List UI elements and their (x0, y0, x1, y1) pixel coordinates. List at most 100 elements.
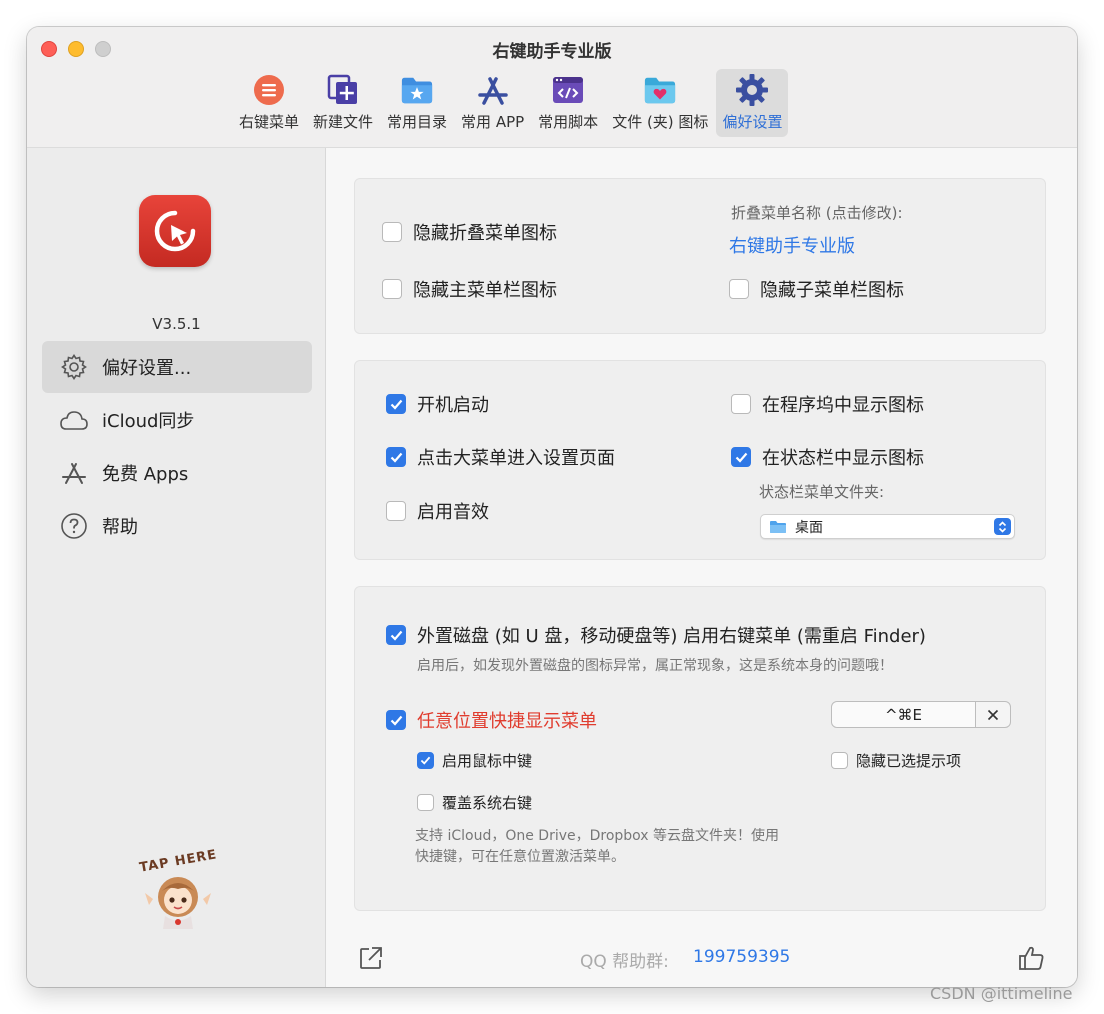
statusbar-folder-label: 状态栏菜单文件夹: (759, 483, 885, 501)
general-settings-panel: 开机启动 点击大菜单进入设置页面 启用音效 在程序坞中显示图标 在状态栏中显示图… (354, 360, 1046, 560)
help-icon (58, 510, 90, 542)
preferences-content: 隐藏折叠菜单图标 隐藏主菜单栏图标 折叠菜单名称 (点击修改): 右键助手专业版… (327, 148, 1077, 987)
hide-main-menu-icon-checkbox[interactable] (382, 279, 402, 299)
qq-group-label: QQ 帮助群: (580, 952, 669, 972)
middle-click-checkbox[interactable] (417, 752, 434, 769)
option-label: 隐藏主菜单栏图标 (413, 280, 557, 301)
tab-file-folder-icons[interactable]: 文件 (夹) 图标 (606, 69, 714, 137)
tab-common-folders[interactable]: 常用目录 (381, 69, 453, 137)
cloud-icon (58, 404, 90, 436)
option-label: 在状态栏中显示图标 (762, 448, 924, 469)
external-disk-note: 启用后，如发现外置磁盘的图标异常，属正常现象，这是系统本身的问题哦！ (417, 658, 893, 674)
statusbar-folder-select[interactable]: 桌面 (760, 514, 1015, 539)
hide-collapse-menu-icon-option[interactable]: 隐藏折叠菜单图标 (382, 219, 557, 245)
qq-group-number[interactable]: 199759395 (693, 947, 790, 967)
app-store-icon (476, 73, 510, 107)
tab-context-menu[interactable]: 右键菜单 (233, 69, 305, 137)
watermark: CSDN @ittimeline (930, 984, 1073, 1003)
app-version: V3.5.1 (152, 315, 201, 333)
hide-selected-hint-checkbox[interactable] (831, 752, 848, 769)
sidebar: V3.5.1 偏好设置... iCloud同步 免费 Apps 帮助 TAP H… (27, 148, 326, 987)
tab-label: 偏好设置 (722, 113, 783, 131)
tab-common-scripts[interactable]: 常用脚本 (532, 69, 604, 137)
sidebar-item-free-apps[interactable]: 免费 Apps (42, 447, 312, 499)
app-logo (139, 195, 211, 267)
sidebar-item-label: 偏好设置... (102, 358, 192, 379)
click-menu-opens-settings-option[interactable]: 点击大菜单进入设置页面 (386, 444, 615, 470)
middle-click-option[interactable]: 启用鼠标中键 (417, 750, 532, 771)
folder-heart-icon (643, 73, 677, 107)
sidebar-item-icloud-sync[interactable]: iCloud同步 (42, 394, 312, 446)
checkmark-icon (390, 452, 402, 463)
option-label: 外置磁盘 (如 U 盘，移动硬盘等) 启用右键菜单 (需重启 Finder) (417, 626, 926, 647)
hide-collapse-menu-icon-checkbox[interactable] (382, 222, 402, 242)
shortcut-value[interactable]: ^⌘E (832, 702, 976, 727)
app-store-icon (58, 457, 90, 489)
collapse-menu-name-label: 折叠菜单名称 (点击修改): (731, 204, 903, 222)
select-value: 桌面 (795, 519, 823, 536)
sidebar-item-help[interactable]: 帮助 (42, 500, 312, 552)
sidebar-item-label: iCloud同步 (102, 411, 195, 432)
chevron-up-down-icon (994, 518, 1011, 535)
checkmark-icon (735, 452, 747, 463)
hide-submenu-icon-option[interactable]: 隐藏子菜单栏图标 (729, 276, 904, 302)
close-icon (987, 709, 999, 720)
tab-label: 文件 (夹) 图标 (612, 113, 709, 131)
option-label: 任意位置快捷显示菜单 (417, 711, 597, 732)
option-label: 开机启动 (417, 395, 489, 416)
show-in-dock-checkbox[interactable] (731, 394, 751, 414)
sidebar-item-label: 免费 Apps (102, 464, 189, 485)
tab-common-apps[interactable]: 常用 APP (455, 69, 530, 137)
external-disk-checkbox[interactable] (386, 625, 406, 645)
advanced-settings-panel: 外置磁盘 (如 U 盘，移动硬盘等) 启用右键菜单 (需重启 Finder) 启… (354, 586, 1046, 911)
thumbs-up-icon[interactable] (1016, 943, 1046, 973)
share-icon[interactable] (356, 943, 386, 973)
sidebar-item-label: 帮助 (102, 517, 138, 538)
hide-submenu-icon-checkbox[interactable] (729, 279, 749, 299)
clear-shortcut-button[interactable] (976, 702, 1010, 727)
hide-selected-hint-option[interactable]: 隐藏已选提示项 (831, 750, 961, 771)
tab-new-file[interactable]: 新建文件 (307, 69, 379, 137)
launch-at-login-checkbox[interactable] (386, 394, 406, 414)
tab-label: 常用 APP (461, 113, 525, 131)
cloud-note-line-1: 支持 iCloud，One Drive，Dropbox 等云盘文件夹！使用 (415, 828, 780, 844)
quick-menu-option[interactable]: 任意位置快捷显示菜单 (386, 707, 597, 733)
override-right-click-checkbox[interactable] (417, 794, 434, 811)
click-menu-opens-settings-checkbox[interactable] (386, 447, 406, 467)
checkmark-icon (390, 399, 402, 410)
enable-sound-checkbox[interactable] (386, 501, 406, 521)
script-icon (551, 73, 585, 107)
tab-label: 新建文件 (313, 113, 374, 131)
override-right-click-option[interactable]: 覆盖系统右键 (417, 792, 532, 813)
folder-icon (770, 520, 786, 533)
launch-at-login-option[interactable]: 开机启动 (386, 391, 489, 417)
option-label: 隐藏已选提示项 (856, 752, 962, 770)
checkmark-icon (390, 715, 402, 726)
external-disk-option[interactable]: 外置磁盘 (如 U 盘，移动硬盘等) 启用右键菜单 (需重启 Finder) (386, 622, 926, 648)
collapse-menu-name-link[interactable]: 右键助手专业版 (729, 232, 855, 258)
tab-label: 常用目录 (387, 113, 448, 131)
enable-sound-option[interactable]: 启用音效 (386, 498, 489, 524)
option-label: 启用鼠标中键 (442, 752, 533, 770)
tap-here-mascot[interactable]: TAP HERE (135, 847, 221, 938)
cloud-note-line-2: 快捷键，可在任意位置激活菜单。 (415, 849, 625, 865)
tab-label: 右键菜单 (239, 113, 300, 131)
tab-label: 常用脚本 (538, 113, 599, 131)
checkmark-icon (420, 756, 431, 765)
gear-icon (735, 73, 769, 107)
option-label: 隐藏子菜单栏图标 (760, 280, 904, 301)
show-in-statusbar-checkbox[interactable] (731, 447, 751, 467)
hide-main-menu-icon-option[interactable]: 隐藏主菜单栏图标 (382, 276, 557, 302)
sidebar-item-preferences[interactable]: 偏好设置... (42, 341, 312, 393)
folder-star-icon (400, 73, 434, 107)
shortcut-recorder[interactable]: ^⌘E (831, 701, 1011, 728)
quick-menu-checkbox[interactable] (386, 710, 406, 730)
option-label: 启用音效 (417, 502, 489, 523)
show-in-dock-option[interactable]: 在程序坞中显示图标 (731, 391, 924, 417)
option-label: 在程序坞中显示图标 (762, 395, 924, 416)
tab-preferences[interactable]: 偏好设置 (716, 69, 789, 137)
window-title: 右键助手专业版 (492, 42, 612, 62)
sidebar-list: 偏好设置... iCloud同步 免费 Apps 帮助 (42, 341, 312, 553)
show-in-statusbar-option[interactable]: 在状态栏中显示图标 (731, 444, 924, 470)
option-label: 点击大菜单进入设置页面 (417, 448, 615, 469)
